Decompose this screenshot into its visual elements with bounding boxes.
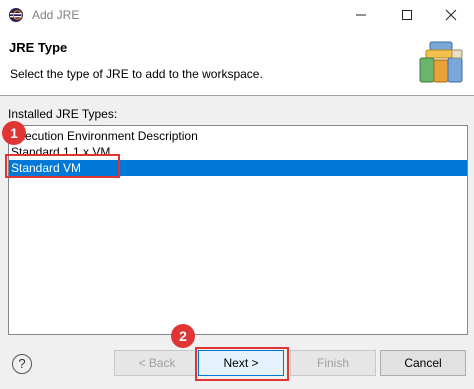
close-icon [445, 9, 457, 21]
callout-2-highlight [195, 347, 289, 381]
page-title: JRE Type [9, 40, 68, 55]
title-bar: Add JRE [0, 0, 474, 30]
header-separator [0, 95, 474, 96]
installed-jre-types-label: Installed JRE Types: [8, 107, 118, 121]
cancel-button[interactable]: Cancel [380, 350, 466, 376]
close-button[interactable] [428, 0, 474, 30]
books-icon [416, 36, 466, 86]
page-description: Select the type of JRE to add to the wor… [10, 67, 263, 81]
maximize-button[interactable] [384, 0, 430, 30]
callout-2-badge: 2 [171, 324, 195, 348]
eclipse-app-icon [8, 7, 24, 23]
back-button[interactable]: < Back [114, 350, 200, 376]
callout-1-badge: 1 [2, 121, 26, 145]
callout-1-highlight [5, 154, 120, 178]
finish-button[interactable]: Finish [290, 350, 376, 376]
wizard-header: JRE Type Select the type of JRE to add t… [0, 30, 474, 95]
window-title: Add JRE [32, 8, 80, 22]
help-button[interactable]: ? [12, 354, 32, 374]
maximize-icon [402, 10, 412, 20]
minimize-button[interactable] [338, 0, 384, 30]
minimize-icon [356, 14, 366, 16]
list-item-execution-environment-description[interactable]: Execution Environment Description [9, 128, 467, 144]
